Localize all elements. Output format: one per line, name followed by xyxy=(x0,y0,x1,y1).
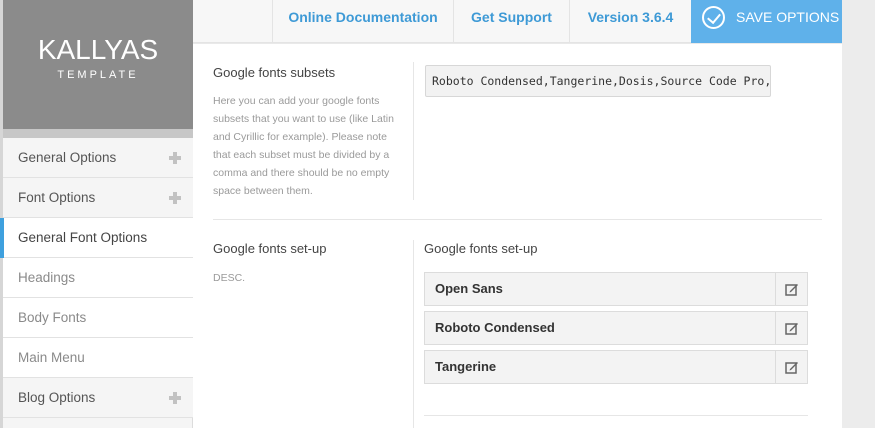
right-gutter xyxy=(842,0,875,428)
sidebar-item-blog-options[interactable]: Blog Options xyxy=(3,378,193,418)
subsets-title: Google fonts subsets xyxy=(213,65,336,80)
sidebar-item-body-fonts[interactable]: Body Fonts xyxy=(3,298,193,338)
online-documentation-link[interactable]: Online Documentation xyxy=(272,0,453,43)
main-content: Google fonts subsets Here you can add yo… xyxy=(193,44,842,428)
subsets-description: Here you can add your google fonts subse… xyxy=(213,95,394,197)
sidebar-item-general-font-options[interactable]: General Font Options xyxy=(0,218,193,258)
font-row-open-sans[interactable]: Open Sans xyxy=(424,272,808,306)
sidebar-item-font-options[interactable]: Font Options xyxy=(3,178,193,218)
plus-icon[interactable] xyxy=(169,192,181,204)
checkmark-icon xyxy=(702,6,725,29)
logo-subtitle: TEMPLATE xyxy=(57,69,139,81)
font-name: Roboto Condensed xyxy=(435,320,555,335)
section-divider xyxy=(213,219,822,220)
subsets-input[interactable]: Roboto Condensed,Tangerine,Dosis,Source … xyxy=(425,65,771,97)
sidebar: KALLYAS TEMPLATE General Options Font Op… xyxy=(0,0,193,428)
edit-icon xyxy=(785,284,798,296)
get-support-link[interactable]: Get Support xyxy=(453,0,569,43)
save-options-label: SAVE OPTIONS xyxy=(736,9,840,25)
edit-button[interactable] xyxy=(775,312,807,344)
divider xyxy=(413,240,414,428)
sidebar-item-label: Blog Options xyxy=(18,390,96,405)
sidebar-item-label: General Options xyxy=(18,150,117,165)
sidebar-nav: General Options Font Options General Fon… xyxy=(0,138,193,418)
sidebar-item-label: Headings xyxy=(18,270,76,285)
logo-name: KALLYAS xyxy=(37,34,159,65)
font-row-tangerine[interactable]: Tangerine xyxy=(424,350,808,384)
font-name: Tangerine xyxy=(435,359,497,374)
divider xyxy=(413,62,414,200)
edit-button[interactable] xyxy=(775,351,807,383)
save-options-button[interactable]: SAVE OPTIONS xyxy=(691,0,842,43)
sidebar-item-label: Body Fonts xyxy=(18,310,87,325)
sidebar-item-label: General Font Options xyxy=(18,230,148,245)
sidebar-item-general-options[interactable]: General Options xyxy=(3,138,193,178)
plus-icon[interactable] xyxy=(169,392,181,404)
setup-description: DESC. xyxy=(213,272,246,284)
app: KALLYAS TEMPLATE General Options Font Op… xyxy=(0,0,875,428)
sidebar-item-headings[interactable]: Headings xyxy=(3,258,193,298)
sidebar-item-label: Main Menu xyxy=(18,350,85,365)
edit-button[interactable] xyxy=(775,273,807,305)
plus-icon[interactable] xyxy=(169,152,181,164)
sidebar-item-main-menu[interactable]: Main Menu xyxy=(3,338,193,378)
setup-title: Google fonts set-up xyxy=(213,241,327,256)
font-name: Open Sans xyxy=(435,281,503,296)
font-row-roboto-condensed[interactable]: Roboto Condensed xyxy=(424,311,808,345)
section-divider xyxy=(424,415,808,416)
edit-icon xyxy=(785,323,798,335)
setup-field-label: Google fonts set-up xyxy=(424,241,538,256)
logo[interactable]: KALLYAS TEMPLATE xyxy=(3,0,193,138)
sidebar-item-label: Font Options xyxy=(18,190,96,205)
edit-icon xyxy=(785,362,798,374)
version-link[interactable]: Version 3.6.4 xyxy=(569,0,691,43)
